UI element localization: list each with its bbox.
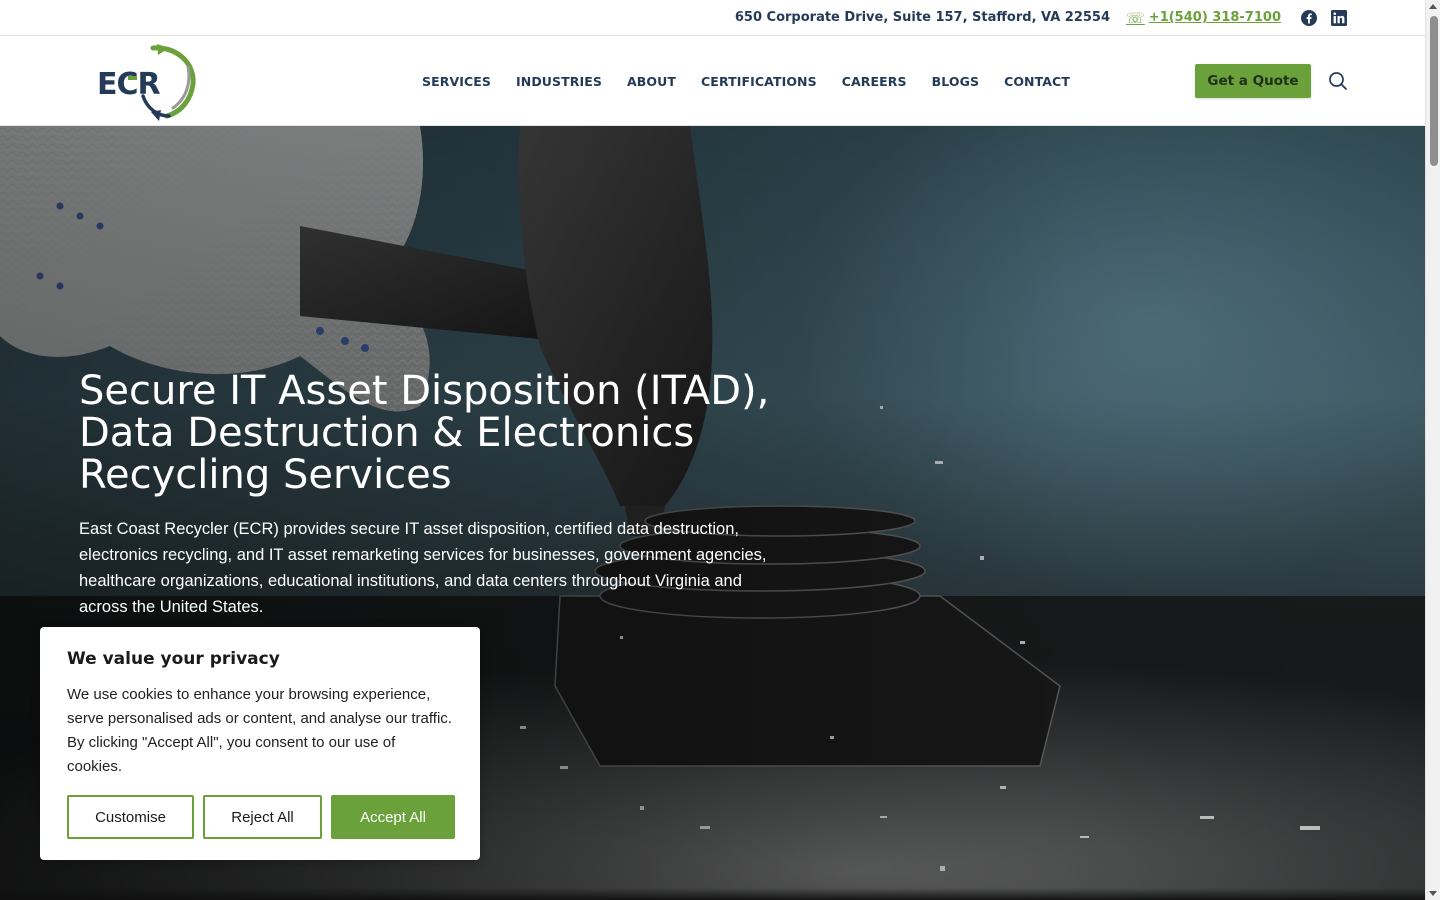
cookie-title: We value your privacy xyxy=(67,649,280,669)
nav-certifications[interactable]: CERTIFICATIONS xyxy=(701,74,817,89)
nav-about[interactable]: ABOUT xyxy=(627,74,676,89)
page-scrollbar[interactable] xyxy=(1425,0,1440,900)
scroll-up-arrow-icon[interactable] xyxy=(1429,4,1437,9)
nav-blogs[interactable]: BLOGS xyxy=(932,74,979,89)
cookie-actions: Customise Reject All Accept All xyxy=(67,795,455,839)
phone-number: +1‪(540) 318-7100 xyxy=(1148,10,1281,25)
reject-all-button[interactable]: Reject All xyxy=(203,795,322,839)
nav-services[interactable]: SERVICES xyxy=(422,74,491,89)
nav-contact[interactable]: CONTACT xyxy=(1004,74,1070,89)
cookie-consent-banner: We value your privacy We use cookies to … xyxy=(40,627,480,860)
hero-bottom-fade xyxy=(0,888,1425,900)
cookie-text: We use cookies to enhance your browsing … xyxy=(67,686,452,775)
main-nav: SERVICES INDUSTRIES ABOUT CERTIFICATIONS… xyxy=(422,36,1070,126)
main-header: ECR SERVICES INDUSTRIES ABOUT CERTIFICAT… xyxy=(0,36,1425,126)
address-text: 650 Corporate Drive, Suite 157, Stafford… xyxy=(734,10,1111,25)
get-a-quote-button[interactable]: Get a Quote xyxy=(1195,64,1311,98)
scroll-down-arrow-icon[interactable] xyxy=(1429,891,1437,896)
facebook-icon[interactable] xyxy=(1301,9,1317,26)
page: 650 Corporate Drive, Suite 157, Stafford… xyxy=(0,0,1440,900)
linkedin-icon[interactable] xyxy=(1331,9,1347,26)
phone-link[interactable]: ☏ +1‪(540) 318-7100 xyxy=(1126,9,1281,27)
phone-icon: ☏ xyxy=(1126,8,1145,27)
svg-text:ECR: ECR xyxy=(97,67,161,102)
search-icon[interactable] xyxy=(1328,71,1348,91)
customise-button[interactable]: Customise xyxy=(67,795,194,839)
nav-careers[interactable]: CAREERS xyxy=(842,74,907,89)
accept-all-button[interactable]: Accept All xyxy=(331,795,455,839)
hero-title: Secure IT Asset Disposition (ITAD), Data… xyxy=(79,368,770,498)
hero-description: East Coast Recycler (ECR) provides secur… xyxy=(79,520,767,616)
top-info-bar: 650 Corporate Drive, Suite 157, Stafford… xyxy=(0,0,1425,36)
social-links xyxy=(1301,9,1347,26)
nav-industries[interactable]: INDUSTRIES xyxy=(516,74,602,89)
scrollbar-thumb[interactable] xyxy=(1430,16,1438,166)
ecr-logo[interactable]: ECR xyxy=(95,42,197,122)
